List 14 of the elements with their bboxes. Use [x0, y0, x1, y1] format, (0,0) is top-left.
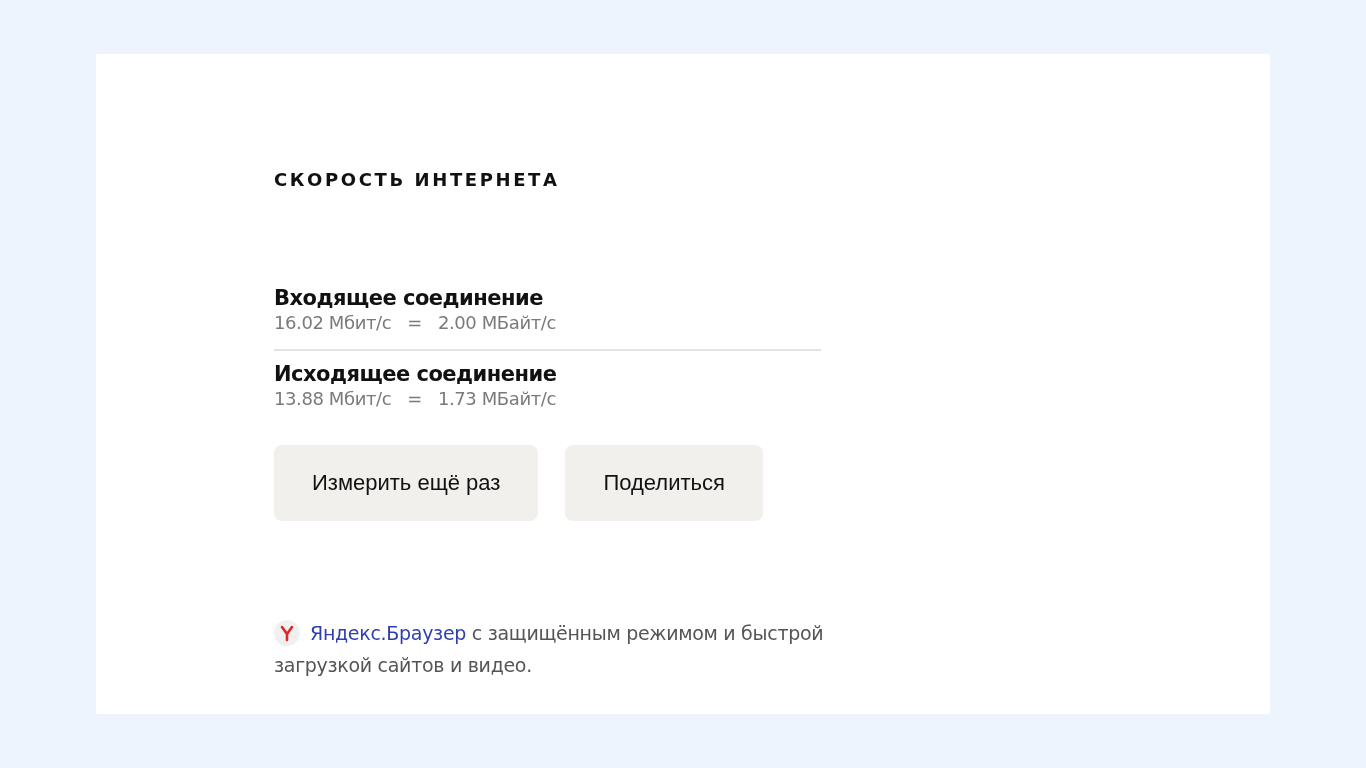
speed-mbits: 13.88 Мбит/с [274, 387, 392, 411]
equals-sign: = [407, 311, 422, 335]
connection-label: Входящее соединение [274, 285, 544, 311]
speed-mbits: 16.02 Мбит/с [274, 311, 392, 335]
share-button[interactable]: Поделиться [565, 445, 763, 521]
connection-label: Исходящее соединение [274, 361, 558, 387]
browser-link[interactable]: Яндекс.Браузер [310, 622, 467, 644]
page-title: СКОРОСТЬ ИНТЕРНЕТА [274, 169, 561, 191]
speed-mbytes: 1.73 МБайт/с [437, 387, 556, 411]
promo-text: Яндекс.Браузер с защищённым режимом и быстрой загрузкой сайтов и видео. [274, 619, 825, 678]
speed-mbytes: 2.00 МБайт/с [437, 311, 556, 335]
browser-logo-icon [274, 620, 300, 646]
equals-sign: = [407, 387, 422, 411]
measure-again-button[interactable]: Измерить ещё раз [274, 445, 539, 521]
